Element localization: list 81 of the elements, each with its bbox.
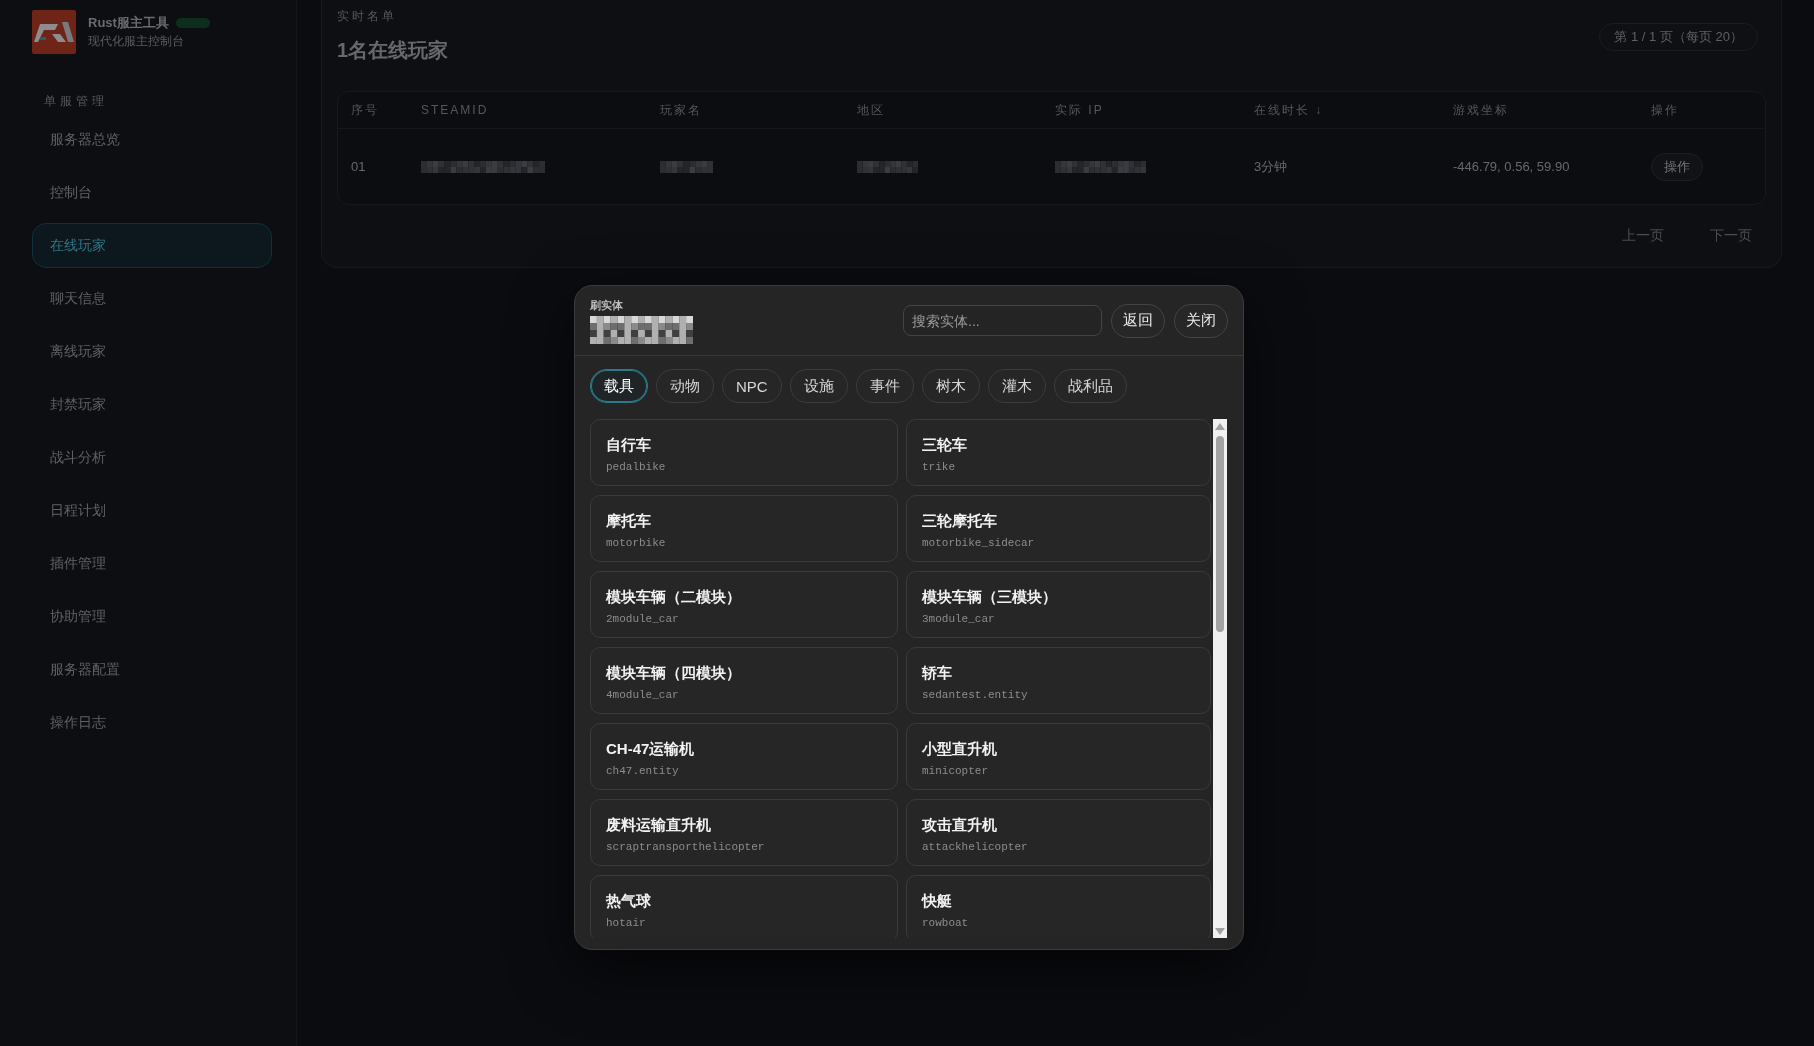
entity-name: 三轮摩托车 (922, 511, 997, 531)
logo-icon (32, 10, 76, 54)
column-header: 序号 (351, 101, 379, 119)
entity-name: 小型直升机 (922, 739, 997, 759)
column-header: STEAMID (421, 103, 489, 117)
entity-name: 三轮车 (922, 435, 967, 455)
entity-name: 自行车 (606, 435, 651, 455)
entity-card[interactable]: 摩托车 motorbike (590, 495, 898, 562)
category-tab[interactable]: 灌木 (987, 369, 1046, 403)
entity-name: 摩托车 (606, 511, 651, 531)
entity-card[interactable]: 模块车辆（三模块） 3module_car (906, 571, 1211, 638)
entity-card[interactable]: 模块车辆（二模块） 2module_car (590, 571, 898, 638)
scroll-up-arrow-icon[interactable] (1215, 423, 1225, 430)
column-header: 实际 IP (1055, 101, 1104, 119)
page-info: 第 1 / 1 页（每页 20） (1599, 23, 1758, 51)
scroll-down-arrow-icon[interactable] (1215, 928, 1225, 935)
entity-name: 模块车辆（四模块） (606, 663, 741, 683)
entity-code: rowboat (922, 916, 969, 930)
entity-code: trike (922, 460, 955, 474)
entity-card[interactable]: 模块车辆（四模块） 4module_car (590, 647, 898, 714)
entity-name: 攻击直升机 (922, 815, 997, 835)
entity-code: 2module_car (606, 612, 679, 626)
app-title: Rust服主工具 (88, 15, 169, 31)
column-header: 地区 (857, 101, 885, 119)
app-subtitle: 现代化服主控制台 (88, 34, 185, 49)
entity-code: ch47.entity (606, 764, 679, 778)
table-cell: 3分钟 (1254, 157, 1288, 176)
category-tab[interactable]: 事件 (855, 369, 914, 403)
entity-name: 模块车辆（二模块） (606, 587, 741, 607)
entity-card[interactable]: 自行车 pedalbike (590, 419, 898, 486)
entity-code: 3module_car (922, 612, 995, 626)
dialog-button[interactable]: 关闭 (1174, 303, 1228, 338)
entity-code: minicopter (922, 764, 988, 778)
category-tab[interactable]: 载具 (590, 369, 648, 403)
column-header: 玩家名 (660, 101, 702, 119)
entity-name: 废料运输直升机 (606, 815, 711, 835)
entity-card[interactable]: 小型直升机 minicopter (906, 723, 1211, 790)
column-header: 在线时长 ↓ (1254, 101, 1324, 119)
entity-name: 热气球 (606, 891, 651, 911)
category-tab[interactable]: 战利品 (1053, 369, 1127, 403)
entity-code: attackhelicopter (922, 840, 1028, 854)
page-heading: 1名在线玩家 (337, 38, 449, 62)
column-header: 游戏坐标 (1453, 101, 1509, 119)
entity-code: hotair (606, 916, 646, 930)
section-label: 单服管理 (43, 94, 109, 108)
entity-card[interactable]: 三轮车 trike (906, 419, 1211, 486)
entity-name: 快艇 (922, 891, 952, 911)
category-tab[interactable]: NPC (722, 369, 782, 403)
entity-name: 模块车辆（三模块） (922, 587, 1057, 607)
entity-card[interactable]: 热气球 hotair (590, 875, 898, 938)
sidebar-item[interactable]: 在线玩家 (32, 223, 272, 268)
entity-card[interactable]: 轿车 sedantest.entity (906, 647, 1211, 714)
table-cell: 01 (351, 159, 366, 174)
pixelated-block (660, 160, 713, 173)
category-tab[interactable]: 树木 (921, 369, 980, 403)
dialog-eyebrow: 刷实体 (590, 299, 624, 312)
entity-card[interactable]: 三轮摩托车 motorbike_sidecar (906, 495, 1211, 562)
entity-card[interactable]: 废料运输直升机 scraptransporthelicopter (590, 799, 898, 866)
category-tab[interactable]: 设施 (789, 369, 848, 403)
action-button[interactable]: 操作 (1651, 152, 1703, 181)
entity-card[interactable]: CH-47运输机 ch47.entity (590, 723, 898, 790)
entity-code: sedantest.entity (922, 688, 1028, 702)
dialog-button[interactable]: 返回 (1111, 303, 1165, 338)
entity-code: pedalbike (606, 460, 666, 474)
entity-name: CH-47运输机 (606, 739, 695, 759)
column-header: 操作 (1651, 101, 1679, 119)
pixelated-block (857, 160, 918, 173)
search-field[interactable]: 搜索实体... (903, 305, 1102, 336)
category-tab[interactable]: 动物 (656, 369, 714, 403)
scrollbar-track[interactable] (1213, 419, 1227, 938)
section-eyebrow: 实时名单 (337, 8, 398, 24)
entity-code: motorbike_sidecar (922, 536, 1035, 550)
entity-name: 轿车 (922, 663, 952, 683)
entity-card[interactable]: 快艇 rowboat (906, 875, 1211, 938)
scrollbar-thumb[interactable] (1216, 436, 1224, 632)
entity-card[interactable]: 攻击直升机 attackhelicopter (906, 799, 1211, 866)
entity-code: scraptransporthelicopter (606, 840, 765, 854)
status-badge-icon (175, 18, 210, 28)
entity-code: motorbike (606, 536, 666, 550)
table-cell: -446.79, 0.56, 59.90 (1453, 159, 1570, 174)
entity-code: 4module_car (606, 688, 679, 702)
